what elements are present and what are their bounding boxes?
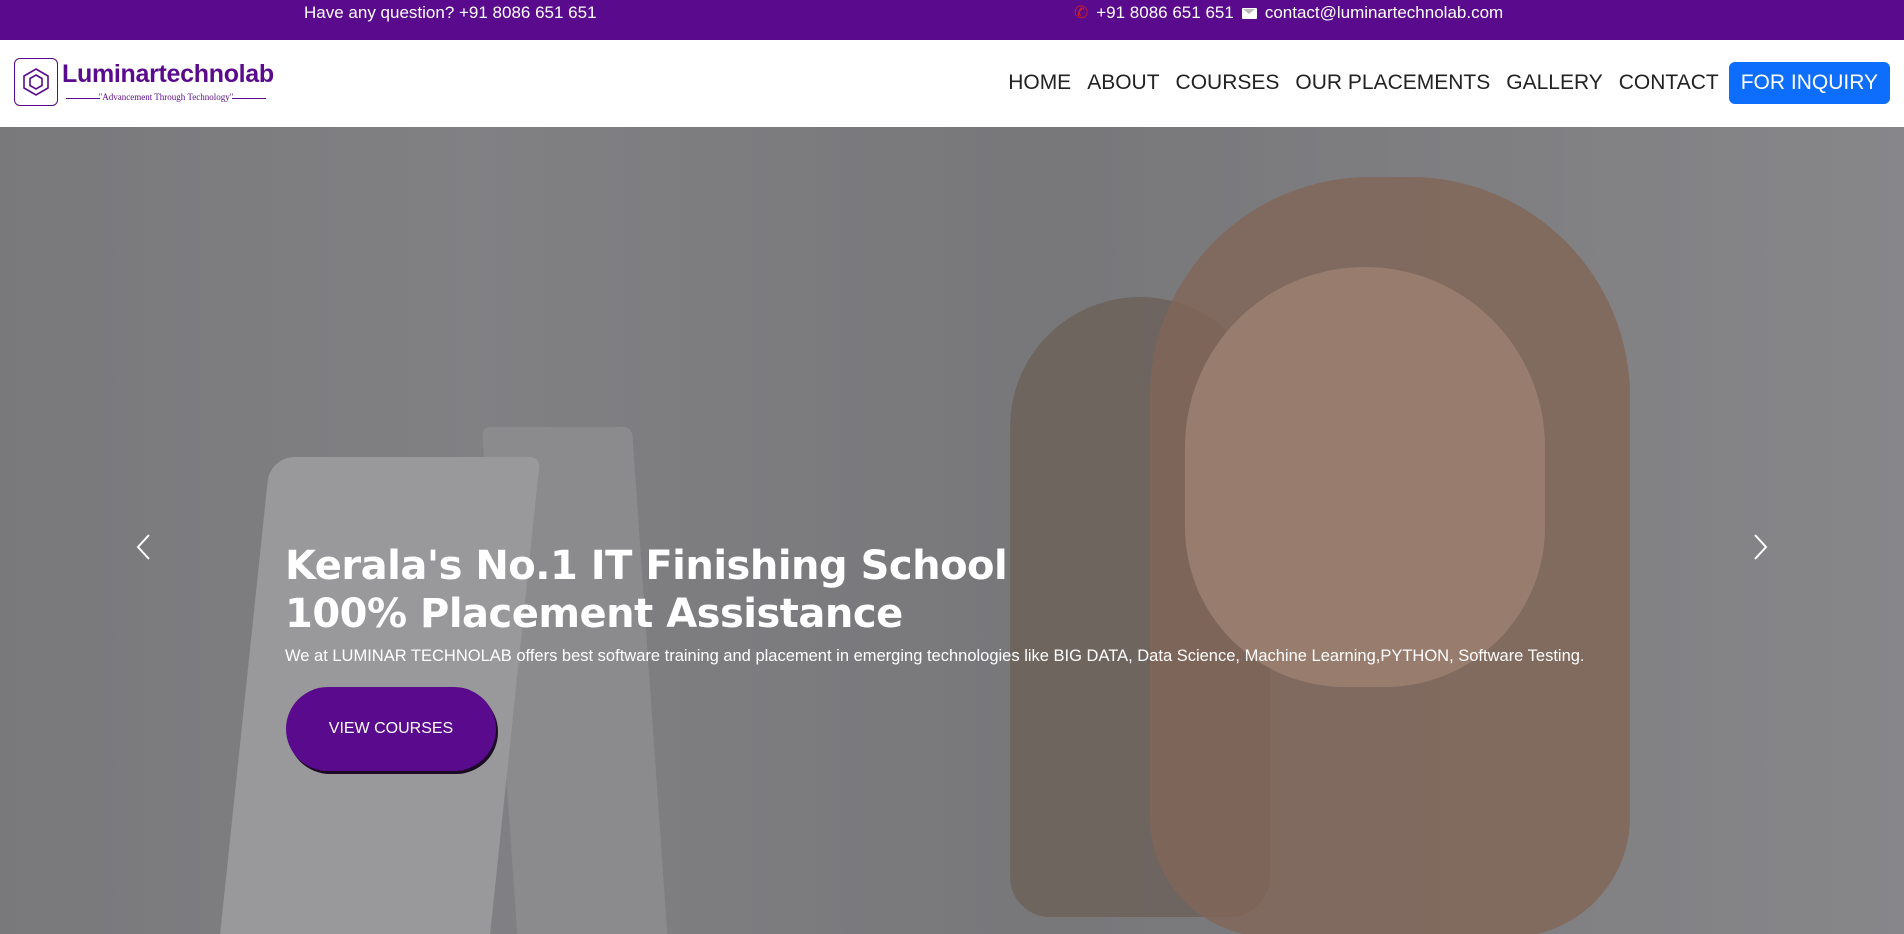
hero-heading-line1: Kerala's No.1 IT Finishing School <box>285 543 1008 589</box>
nav-our-placements[interactable]: OUR PLACEMENTS <box>1295 71 1490 95</box>
chevron-right-icon[interactable] <box>1749 532 1771 562</box>
nav-about[interactable]: ABOUT <box>1087 71 1159 95</box>
top-info-bar: Have any question? +91 8086 651 651 ✆ +9… <box>0 0 1904 40</box>
hero-carousel: Kerala's No.1 IT Finishing School 100% P… <box>0 127 1904 934</box>
hero-heading: Kerala's No.1 IT Finishing School 100% P… <box>285 542 1008 638</box>
logo-name: Luminartechnolab <box>62 60 274 88</box>
question-text: Have any question? +91 8086 651 651 <box>304 3 597 22</box>
chevron-left-icon[interactable] <box>133 532 155 562</box>
contact-info: ✆ +91 8086 651 651 contact@luminartechno… <box>1074 3 1503 23</box>
email-link[interactable]: contact@luminartechnolab.com <box>1265 3 1503 23</box>
nav-contact[interactable]: CONTACT <box>1619 71 1719 95</box>
hero-overlay <box>0 127 1904 934</box>
hero-description: We at LUMINAR TECHNOLAB offers best soft… <box>285 647 1585 665</box>
hero-heading-line2: 100% Placement Assistance <box>285 591 903 637</box>
nav-home[interactable]: HOME <box>1008 71 1071 95</box>
navbar: Luminartechnolab "Advancement Through Te… <box>0 40 1904 127</box>
logo[interactable]: Luminartechnolab "Advancement Through Te… <box>14 58 274 110</box>
phone-icon: ✆ <box>1074 3 1089 22</box>
main-nav: HOME ABOUT COURSES OUR PLACEMENTS GALLER… <box>992 62 1890 104</box>
phone-number[interactable]: +91 8086 651 651 <box>1096 3 1234 23</box>
nav-gallery[interactable]: GALLERY <box>1506 71 1603 95</box>
inquiry-button[interactable]: FOR INQUIRY <box>1728 62 1890 104</box>
logo-tagline: "Advancement Through Technology" <box>66 92 266 102</box>
view-courses-button[interactable]: VIEW COURSES <box>286 687 496 771</box>
nav-courses[interactable]: COURSES <box>1176 71 1280 95</box>
logo-mark <box>14 58 58 106</box>
mail-icon <box>1241 7 1257 19</box>
